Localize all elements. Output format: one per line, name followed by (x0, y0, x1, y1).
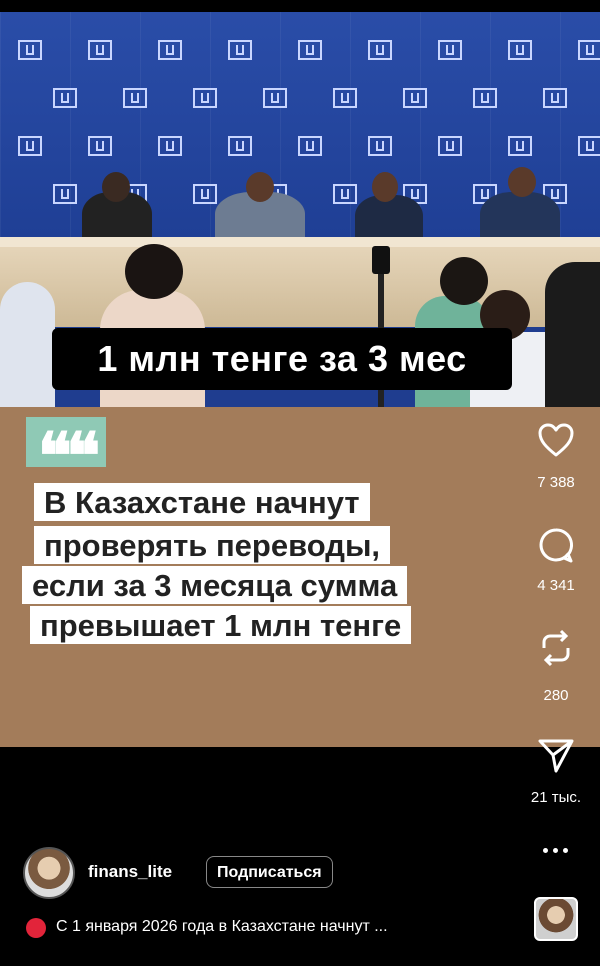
post-description[interactable]: С 1 января 2026 года в Казахстане начнут… (56, 918, 388, 936)
like-count: 7 388 (537, 474, 575, 491)
backdrop-logo-icon (333, 88, 357, 108)
record-dot-icon (26, 918, 46, 938)
more-options-icon[interactable] (541, 843, 571, 857)
backdrop-logo-icon (18, 40, 42, 60)
backdrop-logo-icon (508, 40, 532, 60)
avatar[interactable] (23, 847, 75, 899)
share-count: 21 тыс. (530, 789, 582, 806)
comment-icon[interactable] (536, 525, 576, 565)
follow-button[interactable]: Подписаться (206, 856, 333, 888)
share-icon[interactable] (536, 735, 576, 775)
headline-line: превышает 1 млн тенге (30, 606, 412, 644)
audience-head (125, 244, 183, 299)
backdrop-logo-icon (158, 40, 182, 60)
video-frame[interactable]: 1 млн тенге за 3 мес (0, 12, 600, 407)
backdrop-logo-icon (438, 136, 462, 156)
backdrop-logo-icon (298, 40, 322, 60)
table-edge (0, 237, 600, 247)
repost-count: 280 (543, 687, 569, 704)
backdrop-logo-icon (158, 136, 182, 156)
audience-head (440, 257, 488, 305)
backdrop-logo-icon (298, 136, 322, 156)
quote-icon: ❝❝ (26, 417, 106, 494)
backdrop-logo-icon (508, 136, 532, 156)
backdrop-logo-icon (333, 184, 357, 204)
heart-icon[interactable] (536, 420, 576, 460)
backdrop-logo-icon (18, 136, 42, 156)
audio-thumbnail[interactable] (534, 897, 578, 941)
backdrop-logo-icon (543, 88, 567, 108)
backdrop-logo-icon (228, 40, 252, 60)
speaker-head (508, 167, 536, 197)
backdrop-logo-icon (228, 136, 252, 156)
phone-on-stand (372, 246, 390, 274)
headline-line: В Казахстане начнут (34, 483, 370, 521)
backdrop-logo-icon (53, 88, 77, 108)
comment-count: 4 341 (537, 577, 575, 594)
audience-member (0, 282, 55, 407)
backdrop-logo-icon (578, 136, 600, 156)
headline-line: проверять переводы, (34, 526, 391, 564)
speaker-head (372, 172, 398, 202)
backdrop-logo-icon (473, 88, 497, 108)
headline-line: если за 3 месяца сумма (22, 566, 408, 604)
backdrop-logo-icon (193, 88, 217, 108)
backdrop-logo-icon (193, 184, 217, 204)
backdrop-logo-icon (88, 40, 112, 60)
backdrop-logo-icon (578, 40, 600, 60)
backdrop-logo-icon (263, 88, 287, 108)
username[interactable]: finans_lite (88, 862, 172, 882)
backdrop-logo-icon (368, 136, 392, 156)
audience-member (545, 262, 600, 407)
backdrop-logo-icon (438, 40, 462, 60)
backdrop-logo-icon (368, 40, 392, 60)
backdrop-logo-icon (123, 88, 147, 108)
backdrop-logo-icon (88, 136, 112, 156)
backdrop-logo-icon (403, 88, 427, 108)
backdrop-logo-icon (53, 184, 77, 204)
video-caption: 1 млн тенге за 3 мес (52, 328, 512, 390)
speaker-head (102, 172, 130, 202)
speaker-head (246, 172, 274, 202)
repost-icon[interactable] (536, 628, 576, 668)
